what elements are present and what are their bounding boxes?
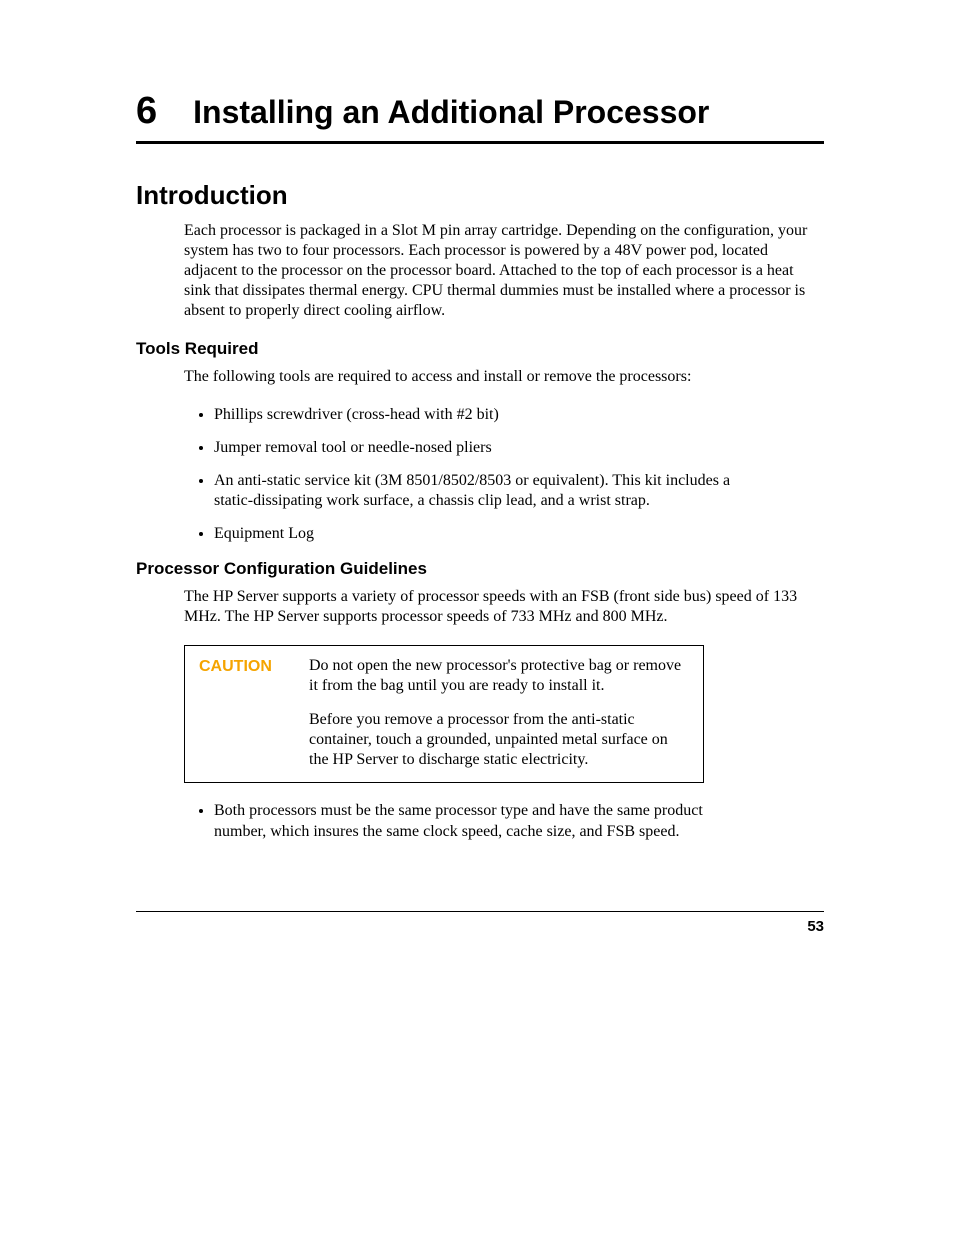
guidelines-post-list: Both processors must be the same process… <box>136 801 824 843</box>
section-heading-introduction: Introduction <box>136 180 824 211</box>
list-item: Both processors must be the same process… <box>214 801 824 843</box>
chapter-title: Installing an Additional Processor <box>193 94 709 131</box>
chapter-number: 6 <box>136 90 157 133</box>
caution-box: CAUTION Do not open the new processor's … <box>184 645 704 783</box>
list-item: Jumper removal tool or needle-nosed plie… <box>214 438 824 459</box>
document-page: 6 Installing an Additional Processor Int… <box>0 0 954 1235</box>
tools-list: Phillips screwdriver (cross-head with #2… <box>136 405 824 545</box>
section-heading-tools: Tools Required <box>136 339 824 359</box>
page-footer: 53 <box>136 911 824 935</box>
caution-paragraph: Before you remove a processor from the a… <box>309 710 689 770</box>
guidelines-body: The HP Server supports a variety of proc… <box>136 587 824 627</box>
section-heading-guidelines: Processor Configuration Guidelines <box>136 559 824 579</box>
chapter-header: 6 Installing an Additional Processor <box>136 90 824 144</box>
tools-lead: The following tools are required to acce… <box>136 367 824 387</box>
list-item: Equipment Log <box>214 524 824 545</box>
list-item: An anti-static service kit (3M 8501/8502… <box>214 471 824 513</box>
caution-paragraph: Do not open the new processor's protecti… <box>309 656 689 696</box>
intro-body: Each processor is packaged in a Slot M p… <box>136 221 824 321</box>
page-number: 53 <box>136 911 824 935</box>
caution-text: Do not open the new processor's protecti… <box>309 656 689 772</box>
list-item: Phillips screwdriver (cross-head with #2… <box>214 405 824 426</box>
caution-label: CAUTION <box>199 656 309 676</box>
